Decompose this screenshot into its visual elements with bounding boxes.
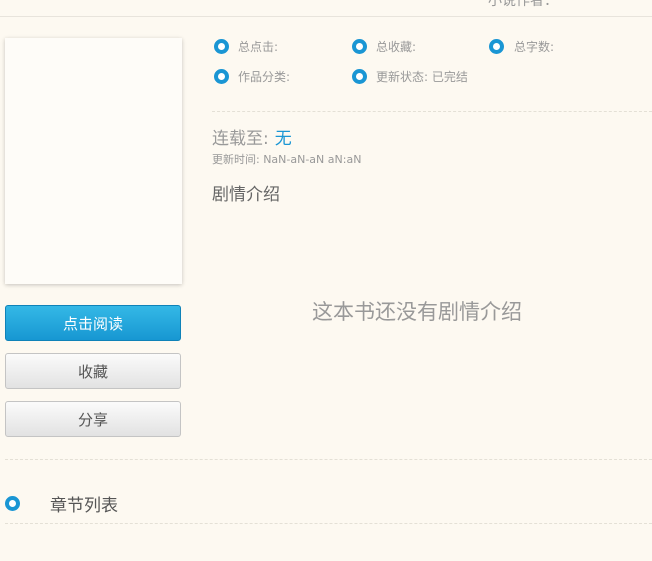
stat-total-clicks: 总点击: xyxy=(238,40,279,54)
circle-bullet-icon xyxy=(214,39,229,54)
author-label: 小说作者： xyxy=(488,0,558,9)
circle-bullet-icon xyxy=(489,39,504,54)
collect-button[interactable]: 收藏 xyxy=(5,353,181,389)
stat-category: 作品分类: xyxy=(238,70,291,84)
circle-bullet-icon xyxy=(5,496,20,511)
circle-bullet-icon xyxy=(352,39,367,54)
circle-bullet-icon xyxy=(352,69,367,84)
top-divider xyxy=(0,16,652,17)
stat-total-words: 总字数: xyxy=(514,40,555,54)
stat-total-favorites: 总收藏: xyxy=(376,40,417,54)
book-cover[interactable] xyxy=(5,38,182,284)
section-divider xyxy=(5,459,652,460)
circle-bullet-icon xyxy=(214,69,229,84)
stat-update-status: 更新状态: 已完结 xyxy=(376,70,468,84)
intro-heading: 剧情介绍 xyxy=(212,185,280,205)
chapter-divider xyxy=(5,523,652,524)
chapter-list-heading: 章节列表 xyxy=(50,496,118,516)
share-button[interactable]: 分享 xyxy=(5,401,181,437)
read-button[interactable]: 点击阅读 xyxy=(5,305,181,341)
serial-label: 连载至: xyxy=(212,129,269,149)
intro-empty-message: 这本书还没有剧情介绍 xyxy=(312,300,522,324)
stats-divider xyxy=(212,111,652,112)
serial-progress: 连载至: 无 xyxy=(212,124,292,149)
latest-chapter-link[interactable]: 无 xyxy=(275,129,292,149)
update-time: 更新时间: NaN-aN-aN aN:aN xyxy=(212,153,362,166)
